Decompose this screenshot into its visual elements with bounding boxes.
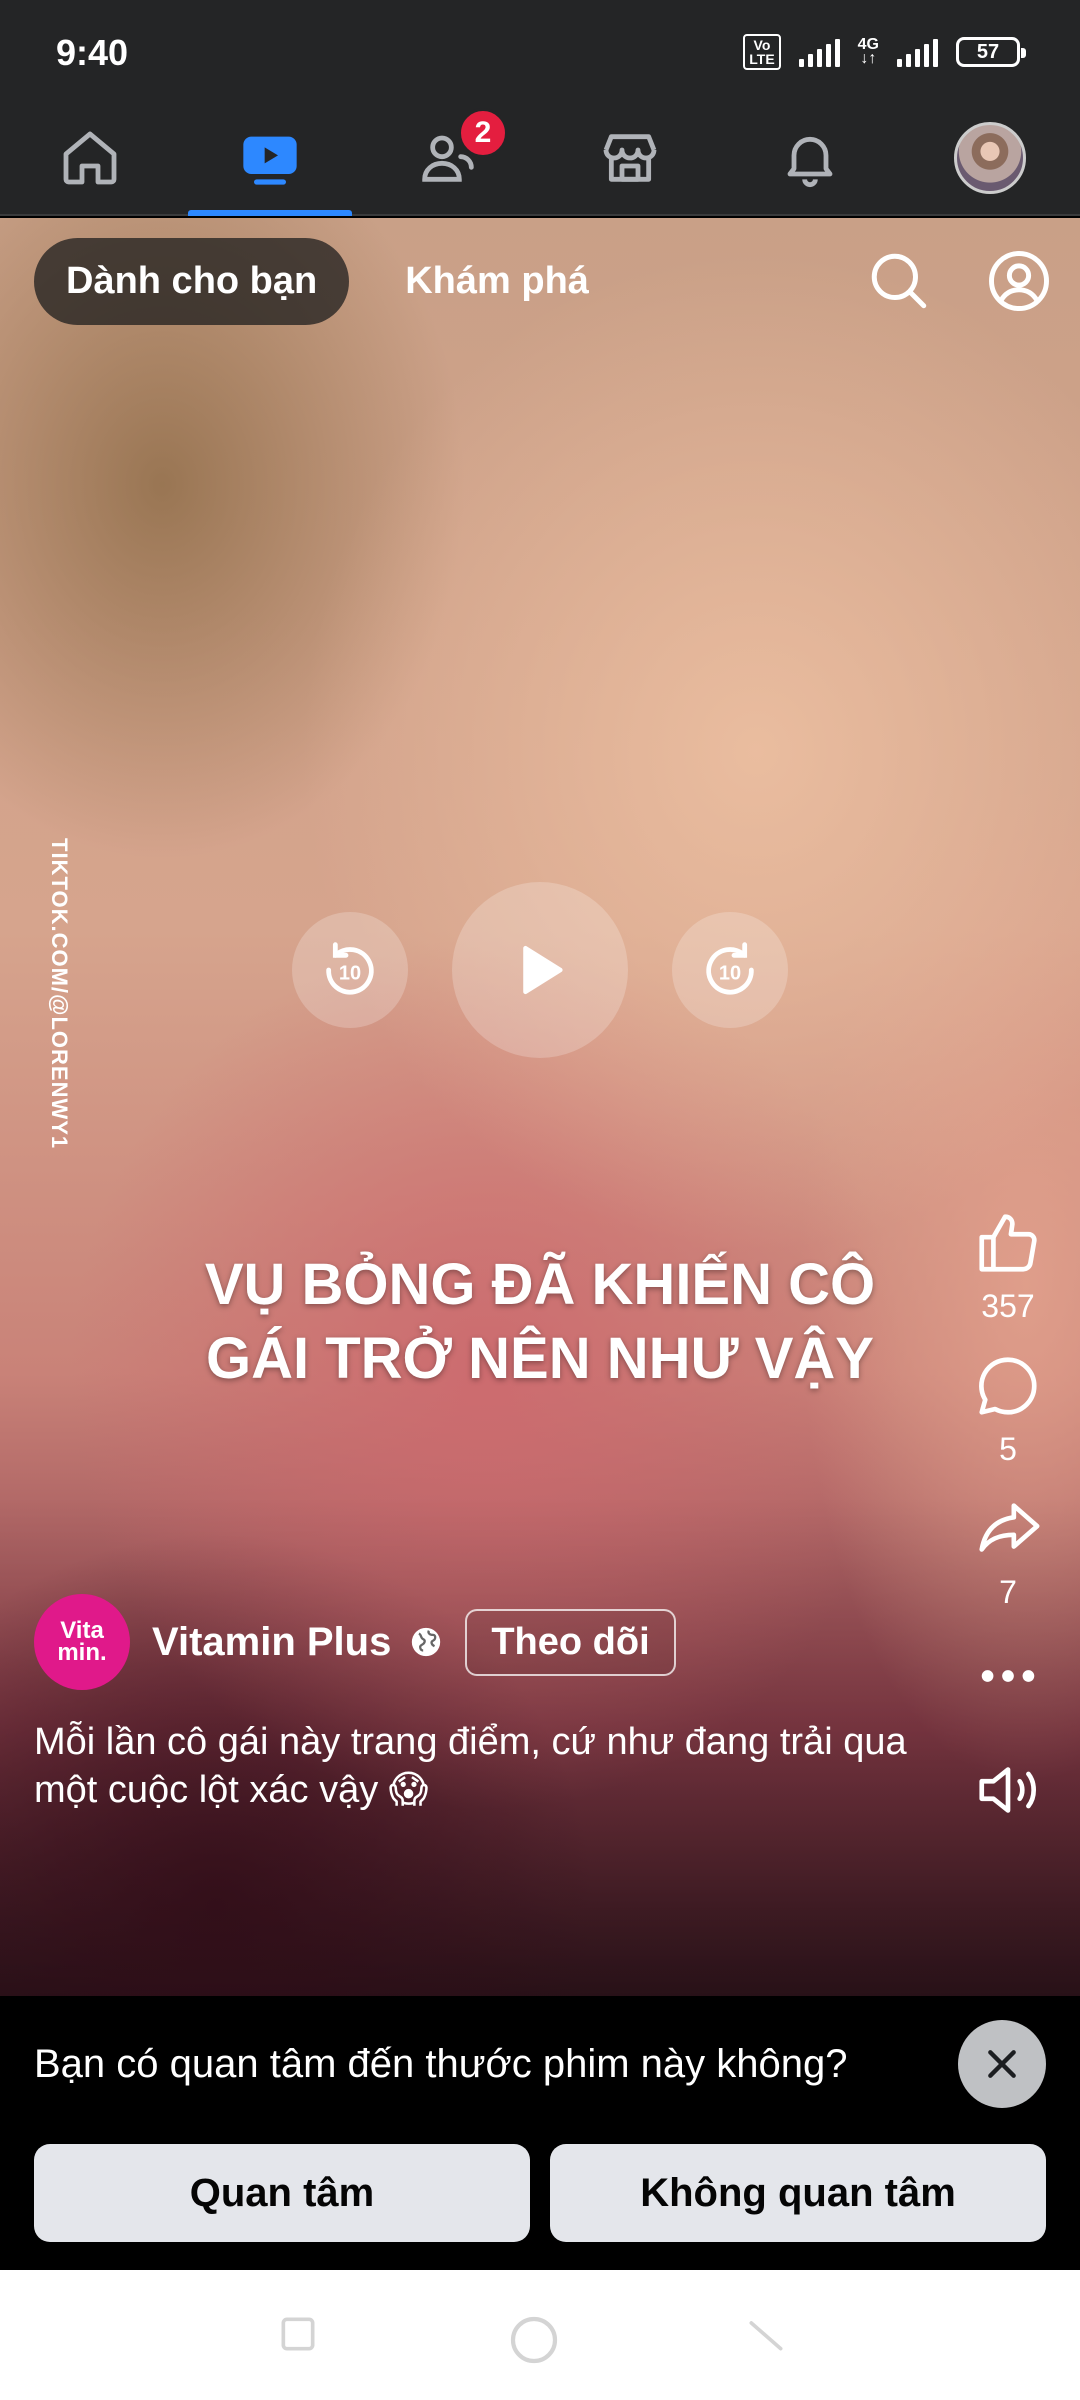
bell-icon <box>787 136 833 187</box>
search-button[interactable] <box>866 248 932 314</box>
status-time: 9:40 <box>56 32 129 73</box>
share-count: 7 <box>999 1574 1017 1610</box>
share-button[interactable]: 7 <box>973 1494 1043 1611</box>
interested-button[interactable]: Quan tâm <box>34 2144 530 2242</box>
marketplace-icon <box>603 134 657 182</box>
volume-button[interactable] <box>973 1755 1043 1825</box>
author-row: Vita min. Vitamin Plus Theo dõi <box>34 1594 676 1690</box>
status-bar: 9:40 Vo LTE 4G ↓↑ 57 <box>0 0 1080 100</box>
tab-home[interactable] <box>0 100 180 216</box>
system-nav-bar <box>0 2270 1080 2400</box>
interest-prompt: Bạn có quan tâm đến thước phim này không… <box>0 1996 1080 2270</box>
battery-level: 57 <box>976 40 1000 63</box>
profile-button[interactable] <box>986 248 1052 314</box>
video-overlay-text: VỤ BỎNG ĐÃ KHIẾN CÔ GÁI TRỞ NÊN NHƯ VẬY <box>120 1248 960 1396</box>
tab-friends[interactable]: 2 <box>360 100 540 216</box>
play-button[interactable] <box>452 882 628 1058</box>
comment-count: 5 <box>999 1431 1017 1467</box>
svg-text:10: 10 <box>339 962 361 984</box>
tab-explore[interactable]: Khám phá <box>405 260 589 303</box>
volte-icon: Vo LTE <box>743 34 781 70</box>
app-nav-bar: 2 <box>0 100 1080 216</box>
svg-text:10: 10 <box>719 962 741 984</box>
author-name[interactable]: Vitamin Plus <box>152 1620 391 1665</box>
tab-video[interactable] <box>180 100 360 216</box>
search-icon <box>871 253 927 309</box>
play-icon <box>523 945 563 995</box>
follow-button[interactable]: Theo dõi <box>465 1608 676 1676</box>
recents-icon[interactable] <box>276 2312 320 2356</box>
tab-notifications[interactable] <box>720 100 900 216</box>
comment-button[interactable]: 5 <box>973 1351 1043 1468</box>
like-button[interactable]: 357 <box>973 1208 1043 1325</box>
forward-icon: 10 <box>706 942 754 995</box>
active-tab-indicator <box>188 210 352 216</box>
more-icon <box>981 1670 1035 1682</box>
status-icons: Vo LTE 4G ↓↑ 57 <box>743 34 1026 70</box>
prompt-question: Bạn có quan tâm đến thước phim này không… <box>34 2042 848 2086</box>
share-icon <box>979 1503 1040 1552</box>
home-icon <box>63 131 117 185</box>
speaker-icon <box>979 1767 1036 1813</box>
avatar <box>954 122 1026 194</box>
signal-icon-2 <box>897 37 938 67</box>
playback-controls: 10 10 <box>0 880 1080 1060</box>
rewind-icon: 10 <box>326 942 374 995</box>
action-bar: 357 5 7 <box>958 1208 1058 1851</box>
overlay-line-1: VỤ BỎNG ĐÃ KHIẾN CÔ <box>204 1252 876 1317</box>
comment-icon <box>979 1357 1037 1415</box>
network-type-label: 4G ↓↑ <box>857 36 879 67</box>
author-avatar[interactable]: Vita min. <box>34 1594 130 1690</box>
tab-marketplace[interactable] <box>540 100 720 216</box>
battery-icon: 57 <box>956 37 1026 67</box>
home-circle-icon[interactable] <box>506 2312 562 2368</box>
rewind-10-button[interactable]: 10 <box>292 912 408 1028</box>
back-icon[interactable] <box>744 2312 788 2356</box>
video-icon <box>243 136 297 185</box>
forward-10-button[interactable]: 10 <box>672 912 788 1028</box>
video-caption[interactable]: Mỗi lần cô gái này trang điểm, cứ như đa… <box>34 1718 934 1814</box>
like-count: 357 <box>981 1288 1035 1324</box>
video-player[interactable]: Dành cho bạn Khám phá TIKTOK.COM/@LORENW… <box>0 218 1080 1996</box>
tab-profile[interactable] <box>900 100 1080 216</box>
close-prompt-button[interactable] <box>958 2020 1046 2108</box>
friends-badge: 2 <box>458 108 508 158</box>
more-options-button[interactable] <box>973 1641 1043 1711</box>
signal-icon <box>798 37 840 67</box>
feed-tabs: Dành cho bạn Khám phá <box>34 238 589 325</box>
user-circle-icon <box>989 251 1049 311</box>
close-icon <box>988 2050 1016 2078</box>
not-interested-button[interactable]: Không quan tâm <box>550 2144 1046 2242</box>
overlay-line-2: GÁI TRỞ NÊN NHƯ VẬY <box>206 1326 874 1391</box>
thumbs-up-icon <box>979 1214 1037 1272</box>
tab-for-you[interactable]: Dành cho bạn <box>34 238 350 325</box>
globe-icon <box>412 1627 441 1657</box>
